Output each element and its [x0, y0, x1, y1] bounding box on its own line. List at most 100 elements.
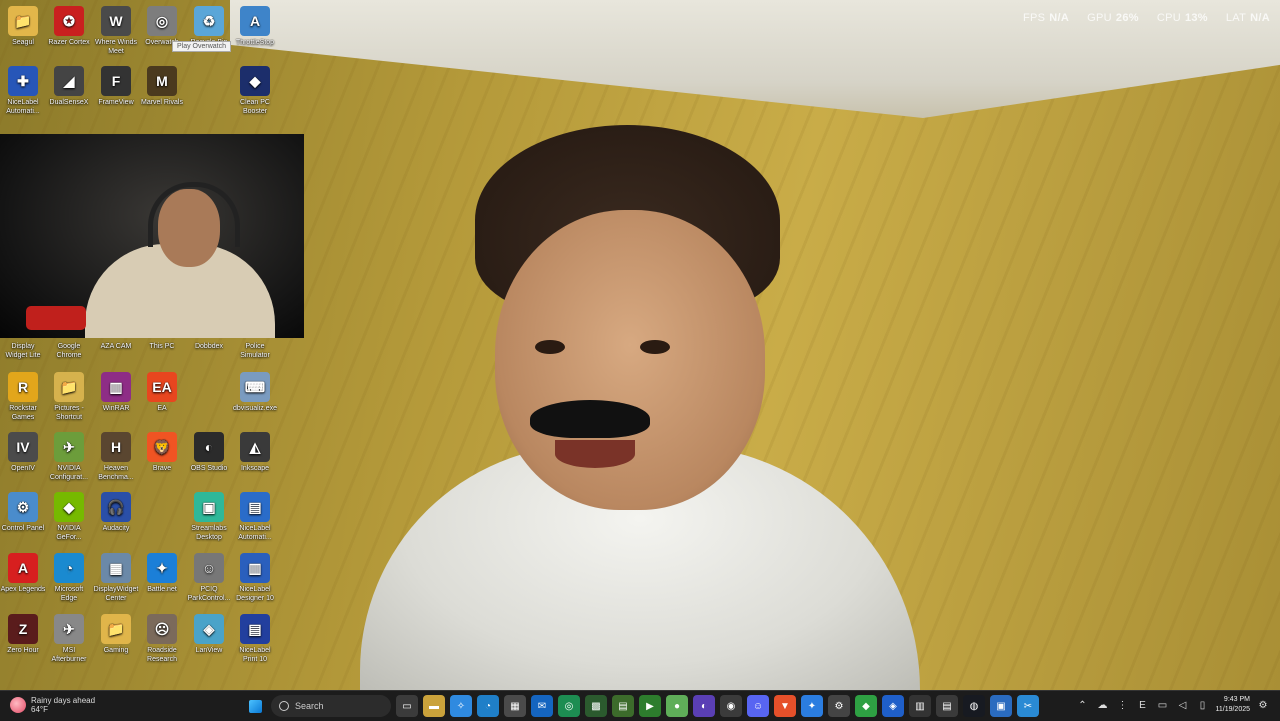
outlook-icon[interactable]: ✉	[531, 695, 553, 717]
discord-icon[interactable]: ☺	[747, 695, 769, 717]
volume-icon[interactable]: ◁	[1175, 698, 1189, 712]
app-icon: ▣	[194, 492, 224, 522]
desktop-icon[interactable]: 📁 Seagul	[0, 6, 46, 47]
app-icon: EA	[147, 372, 177, 402]
desktop-icon[interactable]: W Where Winds Meet	[93, 6, 139, 56]
desktop-icon[interactable]: ◭ Inkscape	[232, 432, 278, 473]
desktop-icon[interactable]: 📁 Pictures - Shortcut	[46, 372, 92, 422]
desktop-icon[interactable]: ◆ Clean PC Booster	[232, 66, 278, 116]
desktop-icon[interactable]: M Marvel Rivals	[139, 66, 185, 107]
desktop-icon[interactable]: A ThrottleStop	[232, 6, 278, 47]
desktop-icon[interactable]: ▦ DisplayWidget Center	[93, 553, 139, 603]
desktop-icon-label: Razer Cortex	[48, 39, 90, 46]
monitor-app-icon[interactable]: ▣	[990, 695, 1012, 717]
wallpaper-face	[495, 210, 765, 510]
desktop-icon[interactable]: 📁 Gaming	[93, 614, 139, 655]
desktop-icon[interactable]: ◐ OBS Studio	[186, 432, 232, 473]
desktop-icon-label: NiceLabel Designer 10	[236, 586, 274, 602]
desktop-icon-label: Google Chrome	[56, 343, 82, 359]
task-view-icon[interactable]: ▭	[396, 695, 418, 717]
desktop-icon[interactable]: ⚙ Control Panel	[0, 492, 46, 533]
steam-icon[interactable]: ◍	[963, 695, 985, 717]
battlenet-icon[interactable]: ✦	[801, 695, 823, 717]
app-icon: IV	[8, 432, 38, 462]
fps-stat: FPS N/A	[1023, 12, 1070, 24]
desktop-icon[interactable]: 🦁 Brave	[139, 432, 185, 473]
wallpaper-photo-child	[360, 115, 920, 690]
desktop-icon[interactable]: ✈ NVIDIA Configurat...	[46, 432, 92, 482]
terminal-icon[interactable]: ▤	[612, 695, 634, 717]
desktop-icon-label: DualSenseX	[49, 99, 89, 106]
desktop-icon-label: MSI Afterburner	[51, 647, 87, 663]
phone-link-icon[interactable]: ◎	[558, 695, 580, 717]
latency-stat: LAT N/A	[1225, 12, 1270, 24]
calculator-icon[interactable]: ▥	[909, 695, 931, 717]
file-explorer-icon[interactable]: ▬	[423, 695, 445, 717]
app-icon: F	[101, 66, 131, 96]
app-icon: 📁	[54, 372, 84, 402]
desktop-icon[interactable]: ☹ Roadside Research	[139, 614, 185, 664]
desktop-icon[interactable]: ◔ Microsoft Edge	[46, 553, 92, 603]
app-icon: Z	[8, 614, 38, 644]
desktop-icon-label: Microsoft Edge	[54, 586, 84, 602]
desktop-icon[interactable]: ▣ Streamlabs Desktop	[186, 492, 232, 542]
microphone-icon[interactable]: ⋮	[1115, 698, 1129, 712]
notepad-icon[interactable]: ▤	[936, 695, 958, 717]
copilot-icon[interactable]: ✧	[450, 695, 472, 717]
app-icon: ✈	[54, 614, 84, 644]
desktop-icon[interactable]: ⌨ dbvisualiz.exe	[232, 372, 278, 413]
desktop-icon[interactable]: ✪ Razer Cortex	[46, 6, 92, 47]
desktop-icon[interactable]: H Heaven Benchma...	[93, 432, 139, 482]
app-icon: ◆	[54, 492, 84, 522]
gpu-stat: GPU 26%	[1087, 12, 1139, 24]
desktop-icon[interactable]: ✚ NiceLabel Automati...	[0, 66, 46, 116]
network-icon[interactable]: ▭	[1155, 698, 1169, 712]
settings-app-icon[interactable]: ⚙	[828, 695, 850, 717]
app-icon: A	[240, 6, 270, 36]
xbox-icon[interactable]: ●	[666, 695, 688, 717]
desktop-icon[interactable]: IV OpenIV	[0, 432, 46, 473]
desktop-icon[interactable]: R Rockstar Games Launcher	[0, 372, 46, 422]
obs-icon[interactable]: ◐	[693, 695, 715, 717]
desktop-icon[interactable]: A Apex Legends	[0, 553, 46, 594]
desktop-icon[interactable]: ✈ MSI Afterburner	[46, 614, 92, 664]
app-icon: ♻	[194, 6, 224, 36]
notifications-icon[interactable]: ⚙	[1256, 698, 1270, 712]
desktop-icon[interactable]: ☺ PCIQ ParkControl...	[186, 553, 232, 603]
desktop-icon[interactable]: ◆ NVIDIA GeFor...	[46, 492, 92, 542]
brave-icon[interactable]: ▼	[774, 695, 796, 717]
desktop-icon-label: This PC	[149, 343, 175, 350]
clock[interactable]: 9:43 PM 11/19/2025	[1215, 695, 1250, 715]
desktop-icon[interactable]: F FrameView	[93, 66, 139, 107]
desktop-icon[interactable]: 🎧 Audacity	[93, 492, 139, 533]
desktop-icon[interactable]: EA EA	[139, 372, 185, 413]
desktop-icon[interactable]: ✦ Battle.net	[139, 553, 185, 594]
desktop-icon[interactable]: ▥ WinRAR	[93, 372, 139, 413]
desktop-icon-label: AZA CAM	[100, 343, 132, 350]
desktop-icon[interactable]: ◢ DualSenseX	[46, 66, 92, 107]
desktop-icon[interactable]: ◈ LanView	[186, 614, 232, 655]
photos-icon[interactable]: ▩	[585, 695, 607, 717]
battery-icon[interactable]: ▯	[1195, 698, 1209, 712]
language-indicator[interactable]: E	[1135, 698, 1149, 712]
app-icon[interactable]: ◈	[882, 695, 904, 717]
desktop-icon[interactable]: ▤ NiceLabel Print 10	[232, 614, 278, 664]
desktop-icon[interactable]: ▥ NiceLabel Designer 10	[232, 553, 278, 603]
start-button[interactable]	[244, 695, 266, 717]
snipping-tool-icon[interactable]: ✂	[1017, 695, 1039, 717]
app-icon: 🎧	[101, 492, 131, 522]
desktop-icon[interactable]: Z Zero Hour	[0, 614, 46, 655]
desktop-icon-label: Streamlabs Desktop	[191, 525, 227, 541]
store-icon[interactable]: ▦	[504, 695, 526, 717]
play-icon[interactable]: ▶	[639, 695, 661, 717]
tray-overflow-icon[interactable]: ⌃	[1075, 698, 1089, 712]
taskbar-search[interactable]: Search	[271, 695, 391, 717]
desktop-icon[interactable]: ▤ NiceLabel Automati...	[232, 492, 278, 542]
weather-widget[interactable]: Rainy days ahead 64°F	[10, 696, 95, 714]
onedrive-icon[interactable]: ☁	[1095, 698, 1109, 712]
edge-icon[interactable]: ◔	[477, 695, 499, 717]
app-icon: ◐	[194, 432, 224, 462]
chrome-icon[interactable]: ◉	[720, 695, 742, 717]
desktop-icon-label: FrameView	[98, 99, 134, 106]
nvidia-app-icon[interactable]: ◆	[855, 695, 877, 717]
